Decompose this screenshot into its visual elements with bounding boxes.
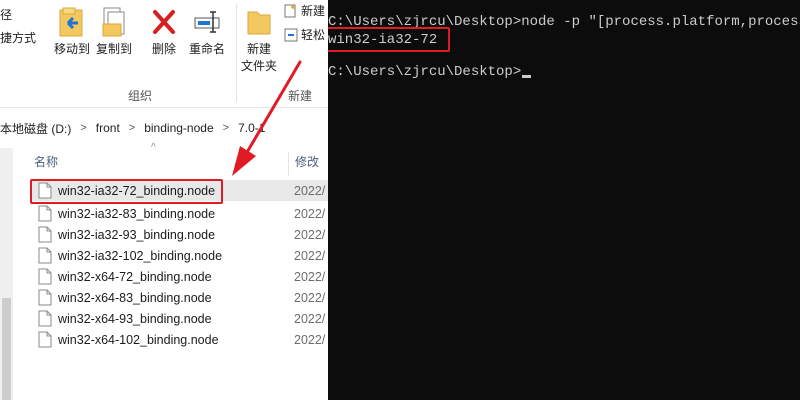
file-date: 2022/ xyxy=(294,290,326,305)
file-name: win32-ia32-93_binding.node xyxy=(58,227,216,242)
highlight-box-file xyxy=(30,179,223,204)
rename-label: 重命名 xyxy=(188,42,225,56)
breadcrumb-item-version[interactable]: 7.0-1 xyxy=(238,121,265,135)
file-icon xyxy=(38,205,52,222)
column-header-name[interactable]: 名称 xyxy=(34,148,58,176)
file-icon xyxy=(38,226,52,243)
file-date: 2022/ xyxy=(294,227,326,242)
move-to-button[interactable]: 移动到 xyxy=(52,6,92,56)
breadcrumb-item-binding-node[interactable]: binding-node xyxy=(144,121,213,135)
file-row[interactable]: win32-ia32-93_binding.node 2022/ xyxy=(30,224,328,245)
shortcut-label[interactable]: 捷方式 xyxy=(0,29,36,46)
move-to-icon xyxy=(59,7,83,37)
file-date: 2022/ xyxy=(294,248,326,263)
new-item-icon xyxy=(284,4,296,18)
ribbon-group-divider xyxy=(236,4,237,102)
new-item-button[interactable]: 新建 xyxy=(284,4,325,18)
new-folder-icon xyxy=(247,11,271,35)
new-folder-button[interactable]: 新建 文件夹 xyxy=(240,6,278,73)
breadcrumb[interactable]: 本地磁盘 (D:) > front > binding-node > 7.0-1 xyxy=(0,116,328,140)
file-date: 2022/ xyxy=(294,269,326,284)
rename-button[interactable]: 重命名 xyxy=(186,6,228,56)
file-icon xyxy=(38,268,52,285)
chevron-right-icon: > xyxy=(222,122,230,134)
file-name: win32-ia32-102_binding.node xyxy=(58,248,223,263)
file-name: win32-x64-93_binding.node xyxy=(58,311,212,326)
column-header-date[interactable]: 修改日 xyxy=(295,148,328,197)
file-explorer-window: 径 捷方式 移动到 复制到 删除 重命名 新建 文件夹 新建 轻松 组织 新建 … xyxy=(0,0,328,400)
copy-to-button[interactable]: 复制到 xyxy=(94,6,134,56)
delete-button[interactable]: 删除 xyxy=(146,6,182,56)
breadcrumb-item-front[interactable]: front xyxy=(96,121,120,135)
ribbon: 径 捷方式 移动到 复制到 删除 重命名 新建 文件夹 新建 轻松 组织 新建 xyxy=(0,0,328,108)
new-item-label: 新建 xyxy=(301,4,326,18)
copy-to-label: 复制到 xyxy=(95,42,132,56)
terminal-prompt-line: C:\Users\zjrcu\Desktop> xyxy=(328,63,532,81)
organize-group-label: 组织 xyxy=(128,89,153,103)
file-row[interactable]: win32-x64-83_binding.node 2022/ xyxy=(30,287,328,308)
breadcrumb-item-drive[interactable]: 本地磁盘 (D:) xyxy=(0,120,71,137)
copy-to-icon xyxy=(102,7,125,37)
highlight-box-output xyxy=(328,27,450,52)
terminal-window[interactable]: C:\Users\zjrcu\Desktop>node -p "[process… xyxy=(328,0,800,400)
easy-access-label: 轻松 xyxy=(301,28,326,42)
text-cursor xyxy=(522,75,532,78)
new-folder-label-line1: 新建 xyxy=(246,42,271,56)
chevron-right-icon: > xyxy=(128,122,136,134)
sort-ascending-icon: ^ xyxy=(151,142,156,153)
file-row[interactable]: win32-ia32-102_binding.node 2022/ xyxy=(30,245,328,266)
file-name: win32-x64-83_binding.node xyxy=(58,290,212,305)
delete-label: 删除 xyxy=(151,42,176,56)
easy-access-button[interactable]: 轻松 xyxy=(284,28,325,42)
terminal-prompt: C:\Users\zjrcu\Desktop> xyxy=(328,64,522,80)
new-group-label: 新建 xyxy=(288,89,313,103)
file-name: win32-x64-72_binding.node xyxy=(58,269,212,284)
file-icon xyxy=(38,289,52,306)
rename-icon xyxy=(194,11,220,33)
file-row[interactable]: win32-ia32-83_binding.node 2022/ xyxy=(30,203,328,224)
scrollbar-thumb[interactable] xyxy=(2,298,11,400)
nav-pane-scrollbar[interactable] xyxy=(0,148,13,400)
file-name: win32-x64-102_binding.node xyxy=(58,332,219,347)
delete-icon xyxy=(153,10,175,34)
move-to-label: 移动到 xyxy=(53,42,90,56)
file-row[interactable]: win32-x64-72_binding.node 2022/ xyxy=(30,266,328,287)
file-icon xyxy=(38,247,52,264)
easy-access-icon xyxy=(284,28,298,42)
file-date: 2022/ xyxy=(294,183,326,198)
file-icon xyxy=(38,310,52,327)
file-date: 2022/ xyxy=(294,332,326,347)
file-icon xyxy=(38,331,52,348)
column-divider[interactable] xyxy=(288,152,289,176)
ribbon-partial-label[interactable]: 径 xyxy=(0,6,12,23)
new-folder-label-line2: 文件夹 xyxy=(240,59,277,73)
file-date: 2022/ xyxy=(294,206,326,221)
file-row[interactable]: win32-x64-102_binding.node 2022/ xyxy=(30,329,328,350)
file-name: win32-ia32-83_binding.node xyxy=(58,206,216,221)
chevron-right-icon: > xyxy=(80,122,87,134)
file-row[interactable]: win32-x64-93_binding.node 2022/ xyxy=(30,308,328,329)
file-date: 2022/ xyxy=(294,311,326,326)
